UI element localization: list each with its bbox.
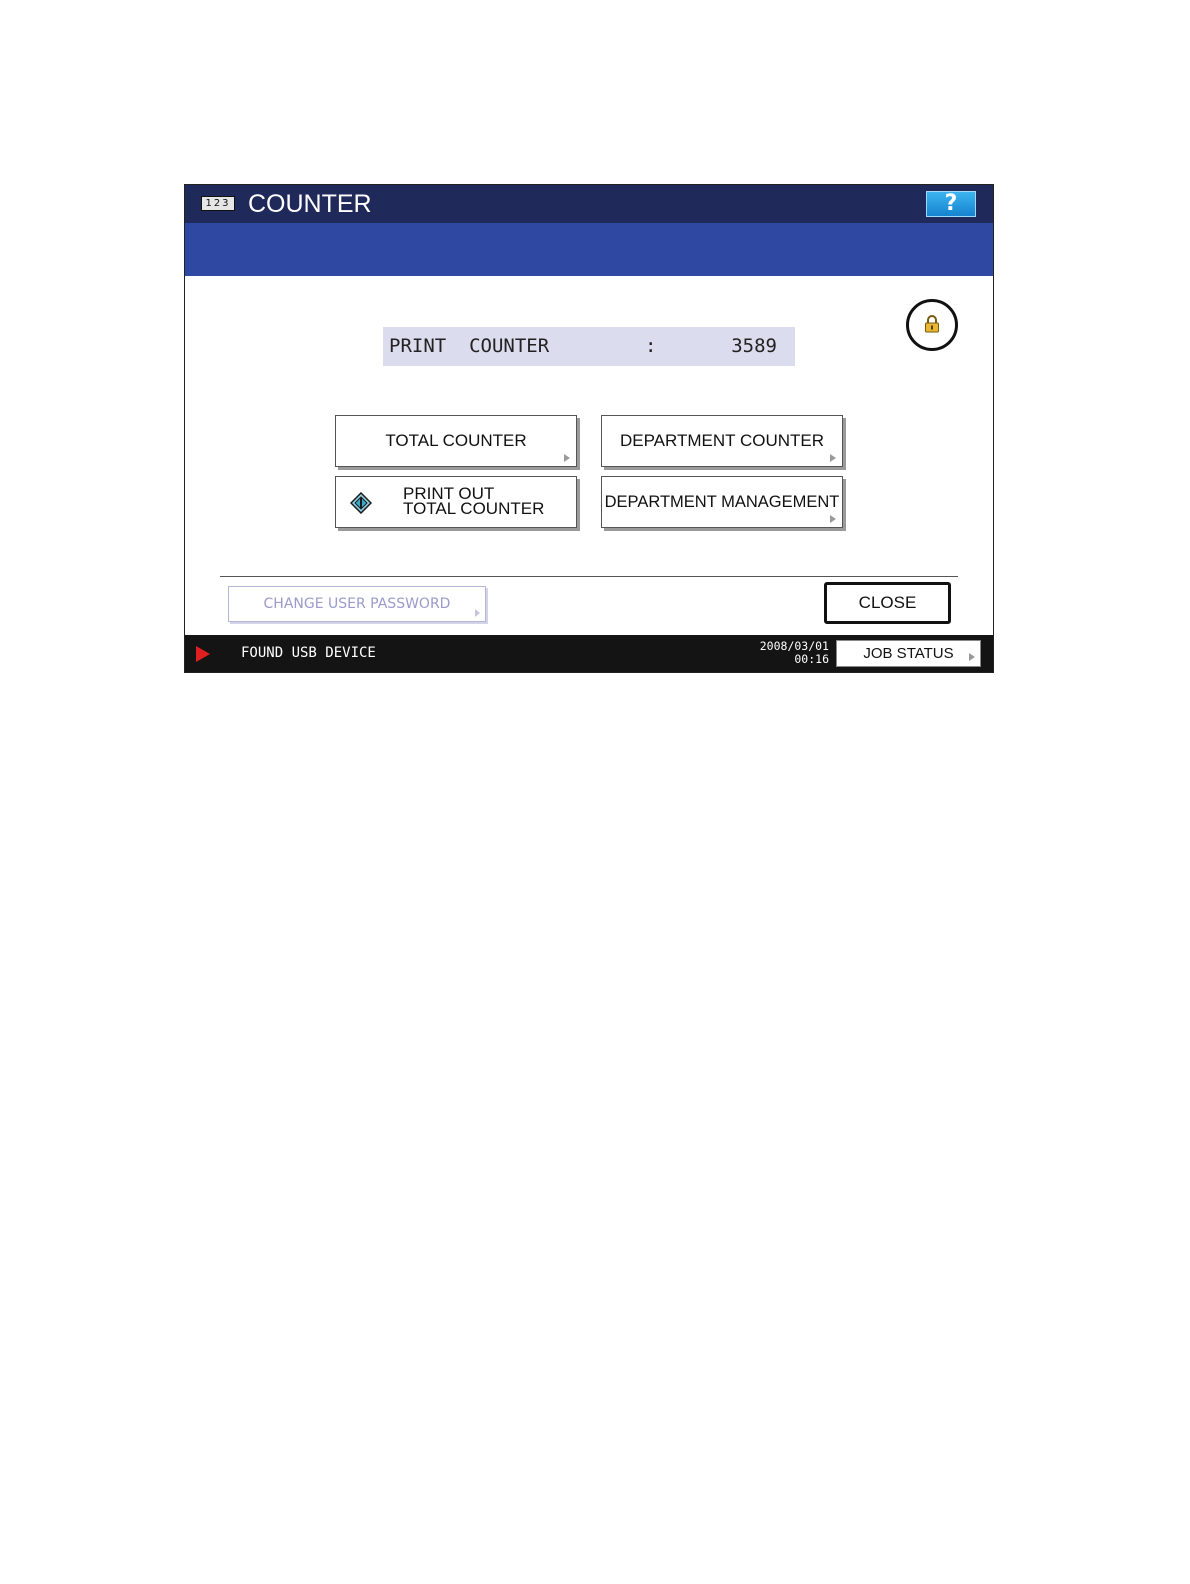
submenu-arrow-icon: [830, 515, 836, 523]
total-counter-label: TOTAL COUNTER: [385, 431, 527, 450]
status-time: 00:16: [794, 652, 829, 666]
padlock-icon: [925, 315, 939, 333]
print-out-total-counter-button[interactable]: PRINT OUT TOTAL COUNTER: [335, 476, 577, 528]
red-arrow-icon: [196, 646, 210, 662]
status-message: FOUND USB DEVICE: [241, 645, 376, 661]
divider: [220, 576, 958, 577]
job-status-label: JOB STATUS: [863, 645, 954, 662]
change-user-password-label: CHANGE USER PASSWORD: [263, 596, 451, 612]
print-out-label-line2: TOTAL COUNTER: [403, 499, 545, 518]
print-counter-value: 3589: [731, 335, 777, 357]
job-status-button[interactable]: JOB STATUS: [836, 640, 981, 667]
print-counter-label: PRINT COUNTER: [389, 335, 550, 357]
department-counter-button[interactable]: DEPARTMENT COUNTER: [601, 415, 843, 467]
submenu-arrow-icon: [475, 609, 480, 617]
title-bar: 123 COUNTER ?: [185, 185, 993, 223]
department-management-label: DEPARTMENT MANAGEMENT: [604, 493, 840, 511]
sub-header-bar: [185, 223, 993, 276]
print-counter-separator: :: [645, 335, 657, 357]
submenu-arrow-icon: [564, 454, 570, 462]
submenu-arrow-icon: [830, 454, 836, 462]
department-management-button[interactable]: DEPARTMENT MANAGEMENT: [601, 476, 843, 528]
print-out-label: PRINT OUT TOTAL COUNTER: [403, 485, 545, 518]
help-button[interactable]: ?: [926, 191, 976, 217]
total-counter-button[interactable]: TOTAL COUNTER: [335, 415, 577, 467]
department-counter-label: DEPARTMENT COUNTER: [619, 431, 825, 450]
lock-icon: [906, 299, 958, 351]
counter-screen: 123 COUNTER ? PRINT COUNTER : 3589 TOTAL…: [184, 184, 994, 673]
status-datetime: 2008/03/01 00:16: [760, 640, 829, 666]
page-title: COUNTER: [248, 190, 372, 218]
start-diamond-icon: [350, 492, 372, 514]
close-button[interactable]: CLOSE: [824, 582, 951, 624]
change-user-password-button[interactable]: CHANGE USER PASSWORD: [228, 586, 486, 622]
submenu-arrow-icon: [969, 653, 975, 661]
counter-mode-icon: 123: [201, 196, 235, 211]
print-counter-display: PRINT COUNTER : 3589: [383, 327, 795, 366]
